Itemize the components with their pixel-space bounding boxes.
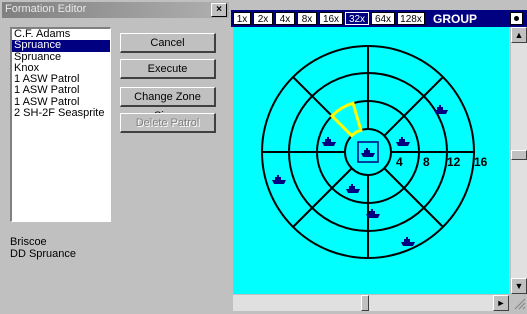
vertical-scrollbar[interactable]: ▲ ▼ [511,27,527,294]
zoom-2x[interactable]: 2x [253,12,273,25]
ship-icon [401,237,415,246]
zoom-toolbar: 1x 2x 4x 8x 16x 32x 64x 128x GROUP [231,10,527,27]
zoom-128x[interactable]: 128x [397,12,425,25]
ring-label-8: 8 [423,155,430,169]
resize-grip-icon[interactable] [511,295,527,311]
ring-labels: 4 8 12 16 [396,155,488,169]
zoom-1x[interactable]: 1x [233,12,251,25]
center-view-button[interactable] [510,12,523,25]
formation-viewer: 1x 2x 4x 8x 16x 32x 64x 128x GROUP 4 8 1… [231,0,527,313]
ship-icon [322,137,336,146]
delete-patrol-button: Delete Patrol [120,113,216,133]
zoom-4x[interactable]: 4x [275,12,295,25]
formation-canvas[interactable]: 4 8 12 16 [233,27,509,294]
unit-listbox[interactable]: C.F. Adams Spruance Spruance Knox 1 ASW … [10,27,111,222]
group-label: GROUP [433,12,478,26]
list-item[interactable]: 2 SH-2F Seasprite [12,107,110,119]
vertical-scroll-thumb[interactable] [511,150,527,160]
list-item[interactable]: Spruance [12,39,110,52]
scroll-right-arrow-icon[interactable]: ► [493,295,509,311]
ship-icon [361,148,375,157]
scroll-up-arrow-icon[interactable]: ▲ [511,27,527,43]
selected-unit-class: DD Spruance [10,248,77,260]
ship-icon [434,105,448,114]
horizontal-scroll-thumb[interactable] [361,295,369,311]
title-bar[interactable]: Formation Editor × [2,2,229,18]
ring-label-16: 16 [474,155,488,169]
zoom-64x[interactable]: 64x [371,12,395,25]
execute-button[interactable]: Execute [120,59,216,79]
formation-editor-dialog: Formation Editor × C.F. Adams Spruance S… [0,0,231,313]
cancel-button[interactable]: Cancel [120,33,216,53]
selected-zone-highlight[interactable] [329,101,363,138]
ship-icon [396,137,410,146]
zoom-32x[interactable]: 32x [345,12,369,25]
ship-icon [272,175,286,184]
scroll-down-arrow-icon[interactable]: ▼ [511,278,527,294]
change-zone-sizes-button[interactable]: Change Zone Sizes [120,87,216,122]
zoom-16x[interactable]: 16x [319,12,343,25]
close-button[interactable]: × [211,3,227,17]
selected-unit-name: Briscoe [10,236,47,248]
zoom-8x[interactable]: 8x [297,12,317,25]
horizontal-scrollbar[interactable]: ► [233,295,509,311]
ring-label-12: 12 [447,155,461,169]
ship-icon [346,184,360,193]
ring-label-4: 4 [396,155,403,169]
dialog-title: Formation Editor [5,3,87,15]
